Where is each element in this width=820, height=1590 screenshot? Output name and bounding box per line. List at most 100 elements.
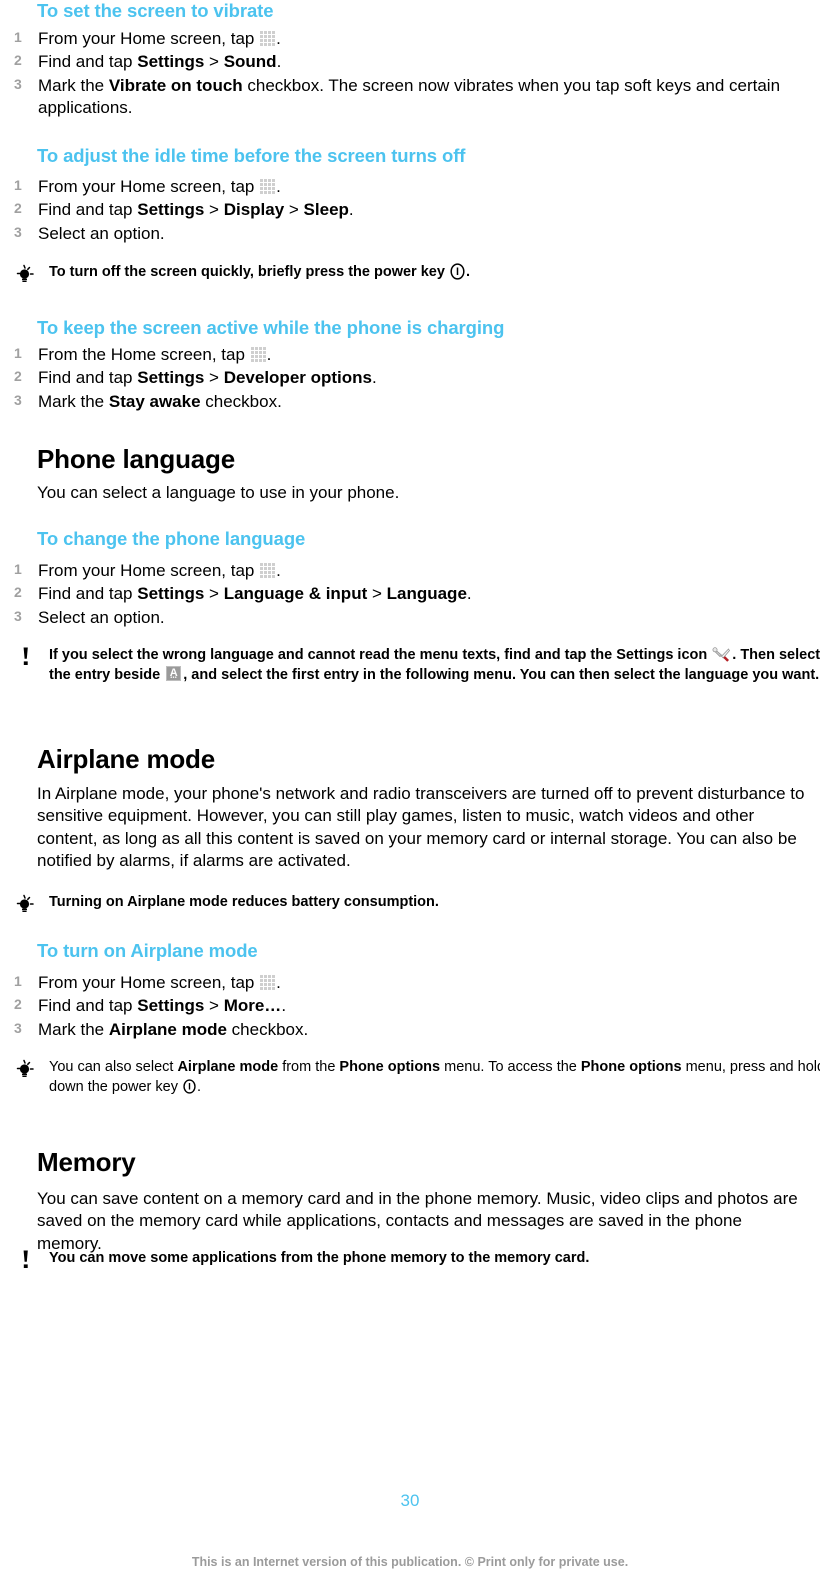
step-item: 1 From your Home screen, tap .	[14, 972, 804, 994]
step-text-pre: Find and tap	[38, 996, 138, 1016]
section-heading-memory: Memory	[37, 1147, 136, 1177]
tip-text-pre: To turn off the screen quickly, briefly …	[49, 264, 449, 280]
step-item: 2 Find and tap Settings > Developer opti…	[14, 367, 804, 389]
step-separator: >	[204, 996, 224, 1016]
step-bold-term: Settings	[137, 996, 205, 1016]
step-bold-term: Language	[386, 584, 467, 604]
steps-change-language: 1 From your Home screen, tap . 2 Find an…	[14, 560, 804, 630]
procedure-title-vibrate: To set the screen to vibrate	[37, 0, 274, 21]
app-drawer-grid-icon	[260, 31, 276, 46]
step-number: 2	[14, 368, 22, 385]
steps-screen-active: 1 From the Home screen, tap . 2 Find and…	[14, 344, 804, 414]
step-text-pre: From your Home screen, tap	[38, 29, 260, 48]
tip-lightbulb-icon	[13, 263, 39, 283]
step-text-pre: Find and tap	[38, 52, 138, 72]
step-number: 3	[14, 391, 22, 408]
note-exclamation-icon	[18, 1249, 44, 1269]
procedure-idle-time: To adjust the idle time before the scree…	[37, 145, 807, 167]
step-number: 1	[14, 973, 22, 989]
note-exclamation-icon	[18, 646, 44, 666]
section-heading-phone-language: Phone language	[37, 444, 236, 474]
step-number: 2	[14, 200, 22, 217]
app-drawer-grid-icon	[250, 347, 266, 362]
procedure-title-change-language: To change the phone language	[37, 528, 306, 549]
note-callout-move-applications: You can move some applications from the …	[12, 1249, 820, 1269]
step-bold-term: More…	[223, 996, 282, 1016]
steps-idle-time: 1 From your Home screen, tap . 2 Find an…	[14, 176, 804, 246]
tip-text: Turning on Airplane mode reduces battery…	[49, 894, 439, 910]
step-number: 3	[14, 223, 22, 240]
step-number: 3	[14, 607, 22, 624]
step-bold-term: Developer options	[223, 368, 372, 388]
procedure-title-screen-active: To keep the screen active while the phon…	[37, 317, 505, 338]
procedure-title-idle-time: To adjust the idle time before the scree…	[37, 145, 466, 166]
step-number: 3	[14, 75, 22, 92]
step-number: 1	[14, 29, 22, 45]
step-text-post: .	[266, 345, 272, 364]
section-airplane-mode: Airplane mode	[37, 744, 807, 775]
step-item: 2 Find and tap Settings > Sound.	[14, 51, 804, 73]
step-text-post: .	[276, 52, 282, 72]
section-body-phone-language: You can select a language to use in your…	[37, 483, 400, 502]
step-text-pre: Mark the	[38, 1019, 109, 1039]
steps-vibrate: 1 From your Home screen, tap . 2 Find an…	[14, 28, 804, 121]
step-item: 1 From your Home screen, tap .	[14, 176, 804, 198]
tip-text-part1: You can also select	[49, 1059, 178, 1075]
step-number: 2	[14, 52, 22, 69]
step-text-pre: Find and tap	[38, 368, 138, 388]
step-number: 1	[14, 177, 22, 193]
tip-callout-airplane-battery: Turning on Airplane mode reduces battery…	[12, 893, 820, 913]
step-number: 2	[14, 996, 22, 1013]
note-callout-wrong-language: If you select the wrong language and can…	[12, 646, 820, 685]
step-text-post: .	[466, 584, 472, 604]
procedure-screen-active: To keep the screen active while the phon…	[37, 317, 807, 339]
power-key-icon	[450, 263, 465, 280]
step-separator: >	[204, 368, 224, 388]
step-separator: >	[204, 584, 224, 604]
tip-callout-phone-options: You can also select Airplane mode from t…	[12, 1058, 820, 1097]
settings-wrench-icon	[712, 646, 731, 663]
step-text-post: .	[276, 177, 281, 196]
section-memory: Memory	[37, 1147, 807, 1178]
step-separator: >	[204, 200, 224, 220]
step-separator: >	[284, 200, 304, 220]
step-text-pre: Select an option.	[38, 223, 165, 243]
step-text-pre: Mark the	[38, 75, 109, 95]
section-heading-airplane-mode: Airplane mode	[37, 744, 215, 774]
step-item: 2 Find and tap Settings > Display > Slee…	[14, 199, 804, 221]
keyboard-language-icon: A •••	[166, 665, 182, 681]
step-bold-term: Settings	[137, 368, 205, 388]
step-bold-term: Settings	[137, 52, 205, 72]
step-item: 1 From your Home screen, tap .	[14, 28, 804, 50]
tip-text-part3: menu. To access the	[440, 1059, 581, 1075]
section-body-airplane-mode: In Airplane mode, your phone's network a…	[37, 784, 805, 871]
step-item: 3 Select an option.	[14, 607, 804, 629]
step-text-pre: Select an option.	[38, 607, 165, 627]
page-number: 30	[400, 1491, 420, 1510]
step-item: 2 Find and tap Settings > Language & inp…	[14, 583, 804, 605]
tip-text-post: .	[465, 264, 470, 280]
step-text-pre: Find and tap	[38, 584, 138, 604]
procedure-title-airplane-on: To turn on Airplane mode	[37, 940, 258, 961]
step-text-post: checkbox.	[226, 1019, 309, 1039]
power-key-icon	[183, 1079, 196, 1094]
tip-callout-turn-off-screen: To turn off the screen quickly, briefly …	[12, 263, 820, 283]
step-bold-term: Display	[223, 200, 285, 220]
step-text-post: .	[276, 29, 281, 48]
step-bold-term: Sleep	[303, 200, 349, 220]
step-text-post: .	[276, 973, 281, 992]
step-bold-term: Airplane mode	[108, 1019, 227, 1039]
step-item: 3 Select an option.	[14, 223, 804, 245]
step-bold-term: Settings	[137, 584, 205, 604]
note-text-part4: , and select the first entry in the foll…	[183, 666, 820, 683]
steps-airplane-on: 1 From your Home screen, tap . 2 Find an…	[14, 972, 804, 1042]
tip-bold-term: Phone options	[339, 1059, 441, 1075]
tip-text-part2: from the	[278, 1059, 340, 1075]
step-separator: >	[204, 52, 224, 72]
step-item: 2 Find and tap Settings > More….	[14, 995, 804, 1017]
note-bold-term: Settings	[616, 647, 674, 663]
step-item: 3 Mark the Stay awake checkbox.	[14, 391, 804, 413]
step-item: 3 Mark the Airplane mode checkbox.	[14, 1019, 804, 1041]
step-text-pre: Mark the	[38, 391, 109, 411]
step-bold-term: Settings	[137, 200, 205, 220]
